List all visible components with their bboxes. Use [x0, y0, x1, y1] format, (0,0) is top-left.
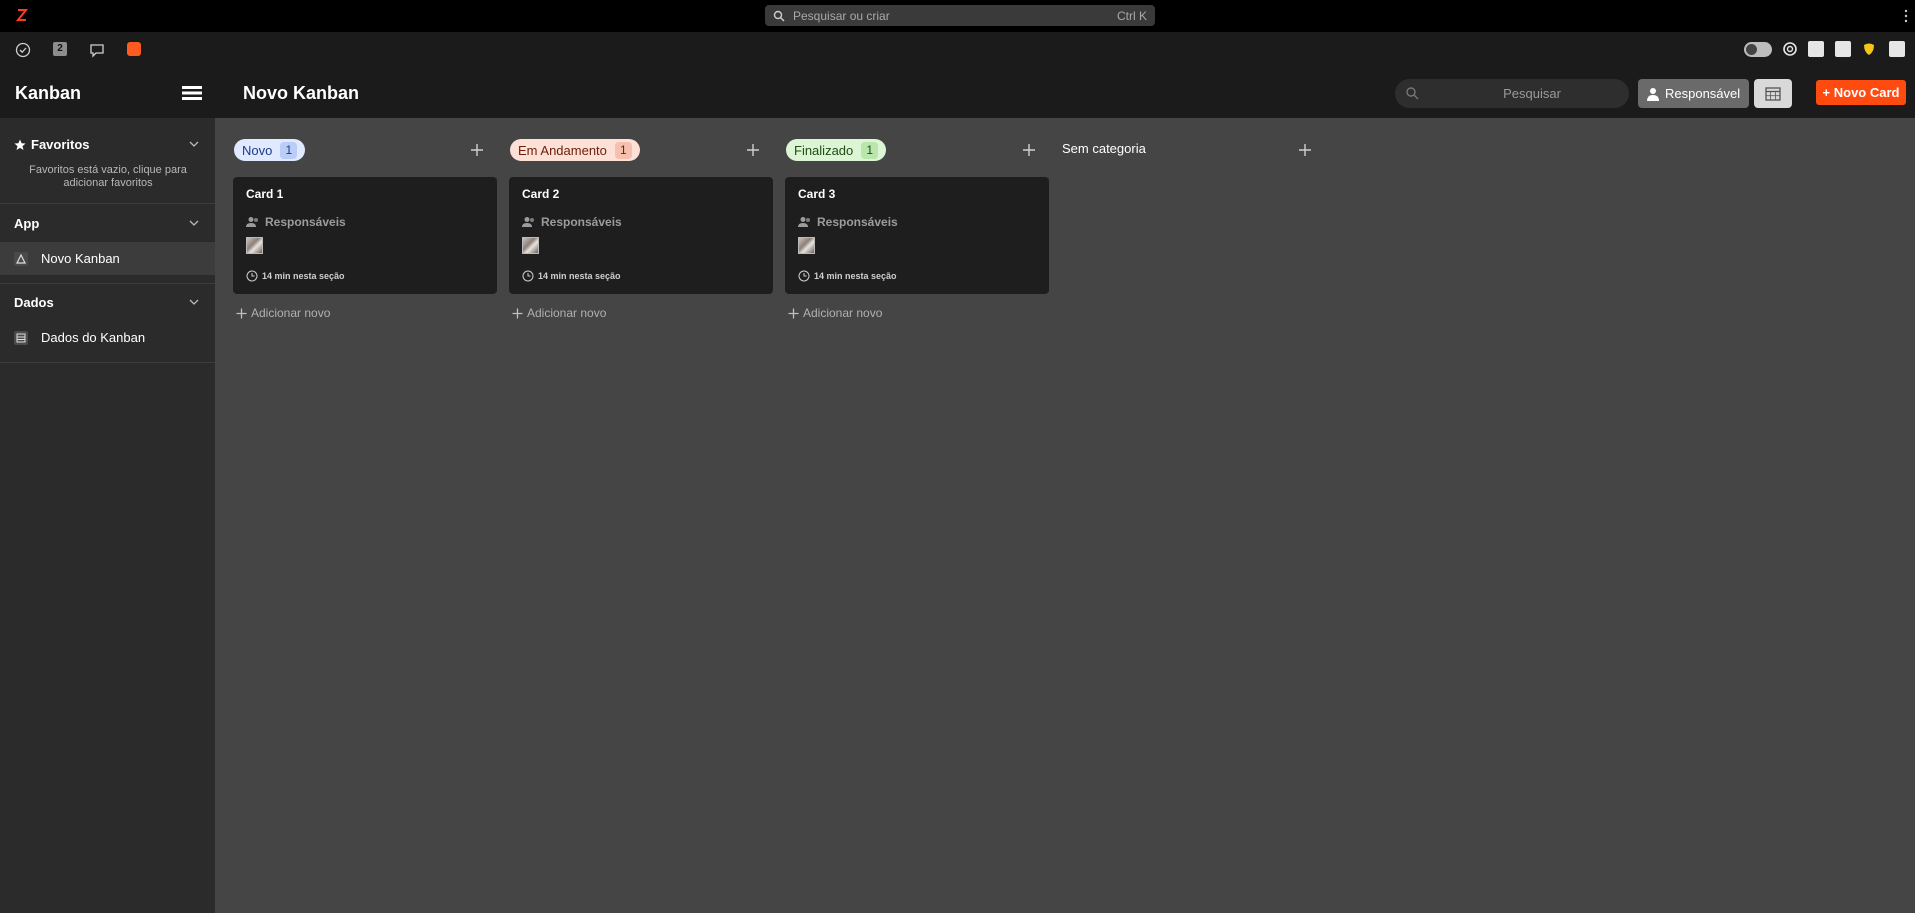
column-header-em-andamento[interactable]: Em Andamento 1 [510, 139, 640, 161]
list-icon[interactable] [1835, 41, 1851, 57]
table-icon [14, 330, 28, 345]
favorites-section-header[interactable]: Favoritos [14, 137, 90, 152]
app-title: Kanban [15, 83, 82, 103]
app-section-title: App [14, 216, 40, 231]
column-header-sem-categoria[interactable]: Sem categoria [1062, 141, 1146, 156]
document-icon[interactable] [1808, 41, 1824, 57]
card-responsibles-label: Responsáveis [817, 215, 898, 229]
card-responsibles-label: Responsáveis [541, 215, 622, 229]
hamburger-menu-icon[interactable] [182, 85, 202, 101]
sidebar-divider [0, 362, 215, 363]
add-column-card-icon[interactable] [1022, 143, 1036, 157]
add-new-label: Adicionar novo [527, 306, 607, 320]
column-title: Finalizado [794, 142, 854, 158]
shield-icon[interactable] [1861, 41, 1877, 57]
column-title: Novo [242, 142, 273, 158]
global-search-placeholder: Pesquisar ou criar [793, 8, 890, 23]
card-responsibles[interactable]: Responsáveis [798, 215, 898, 229]
sidebar-item-label: Novo Kanban [41, 251, 120, 266]
card-time-in-section: 14 min nesta seção [798, 270, 897, 282]
column-header-novo[interactable]: Novo 1 [234, 139, 306, 161]
users-icon [798, 217, 810, 227]
dados-section-title: Dados [14, 295, 54, 310]
card-responsibles[interactable]: Responsáveis [522, 215, 622, 229]
card-responsibles[interactable]: Responsáveis [246, 215, 346, 229]
calendar-view-button[interactable] [1754, 79, 1792, 108]
page-title: Novo Kanban [243, 83, 360, 103]
card-time-label: 14 min nesta seção [262, 271, 345, 281]
column-count-badge: 1 [280, 141, 298, 159]
sidebar-item-novo-kanban[interactable]: Novo Kanban [0, 242, 215, 275]
add-new-card-link[interactable]: Adicionar novo [512, 306, 606, 320]
kanban-card[interactable]: Card 1 Responsáveis 14 min nesta seção [233, 177, 497, 294]
chat-bubble-icon[interactable] [89, 42, 105, 58]
notification-count-badge[interactable]: 2 [53, 42, 67, 56]
search-shortcut-hint: Ctrl K [1117, 8, 1147, 23]
column-title: Em Andamento [518, 142, 607, 158]
app-logo-icon[interactable] [14, 7, 30, 23]
chevron-down-icon[interactable] [189, 297, 199, 307]
kanban-card[interactable]: Card 2 Responsáveis 14 min nesta seção [509, 177, 773, 294]
card-time-in-section: 14 min nesta seção [246, 270, 345, 282]
avatar[interactable] [246, 237, 263, 254]
card-time-label: 14 min nesta seção [538, 271, 621, 281]
clock-icon [798, 270, 810, 282]
plus-icon [512, 308, 523, 318]
favorites-title: Favoritos [31, 137, 90, 152]
profile-icon[interactable] [1889, 41, 1905, 57]
chevron-down-icon[interactable] [189, 139, 199, 149]
user-icon [1647, 87, 1659, 101]
add-new-label: Adicionar novo [251, 306, 331, 320]
support-icon[interactable] [1782, 41, 1798, 57]
responsavel-filter-button[interactable]: Responsável [1638, 79, 1749, 108]
search-icon [773, 10, 785, 21]
star-icon [14, 139, 26, 150]
add-column-card-icon[interactable] [746, 143, 760, 157]
users-icon [246, 217, 258, 227]
kebab-menu-icon[interactable] [1904, 8, 1908, 24]
sidebar-divider [0, 283, 215, 284]
avatar[interactable] [522, 237, 539, 254]
check-circle-icon[interactable] [15, 42, 31, 58]
kanban-card[interactable]: Card 3 Responsáveis 14 min nesta seção [785, 177, 1049, 294]
column-header-finalizado[interactable]: Finalizado 1 [786, 139, 887, 161]
clock-icon [246, 270, 258, 282]
card-title: Card 2 [522, 187, 560, 201]
column-count-badge: 1 [861, 141, 879, 159]
global-search[interactable]: Pesquisar ou criar Ctrl K [765, 5, 1155, 26]
plus-icon [236, 308, 247, 318]
sidebar-divider [0, 203, 215, 204]
theme-toggle[interactable] [1744, 42, 1772, 57]
card-title: Card 3 [798, 187, 836, 201]
add-column-card-icon[interactable] [1298, 143, 1312, 157]
sidebar-item-label: Dados do Kanban [41, 330, 146, 345]
sidebar [0, 118, 215, 913]
favorites-empty-message: Favoritos está vazio, clique para adicio… [29, 164, 187, 189]
clock-icon [522, 270, 534, 282]
add-new-label: Adicionar novo [803, 306, 883, 320]
icon-bar [0, 32, 1915, 66]
kanban-icon [14, 251, 28, 266]
board-search-input[interactable] [1395, 79, 1629, 108]
card-time-label: 14 min nesta seção [814, 271, 897, 281]
new-card-button[interactable]: + Novo Card [1816, 80, 1906, 105]
card-responsibles-label: Responsáveis [265, 215, 346, 229]
app-section-header[interactable]: App [14, 216, 39, 231]
orange-app-icon[interactable] [127, 42, 141, 56]
plus-icon [788, 308, 799, 318]
add-new-card-link[interactable]: Adicionar novo [236, 306, 330, 320]
sidebar-item-dados-do-kanban[interactable]: Dados do Kanban [0, 321, 215, 354]
card-time-in-section: 14 min nesta seção [522, 270, 621, 282]
responsavel-filter-label: Responsável [1665, 86, 1741, 101]
calendar-icon [1765, 86, 1781, 101]
avatar[interactable] [798, 237, 815, 254]
add-column-card-icon[interactable] [470, 143, 484, 157]
users-icon [522, 217, 534, 227]
dados-section-header[interactable]: Dados [14, 295, 54, 310]
card-title: Card 1 [246, 187, 284, 201]
chevron-down-icon[interactable] [189, 218, 199, 228]
search-icon [1406, 87, 1419, 100]
add-new-card-link[interactable]: Adicionar novo [788, 306, 882, 320]
column-count-badge: 1 [614, 141, 632, 159]
